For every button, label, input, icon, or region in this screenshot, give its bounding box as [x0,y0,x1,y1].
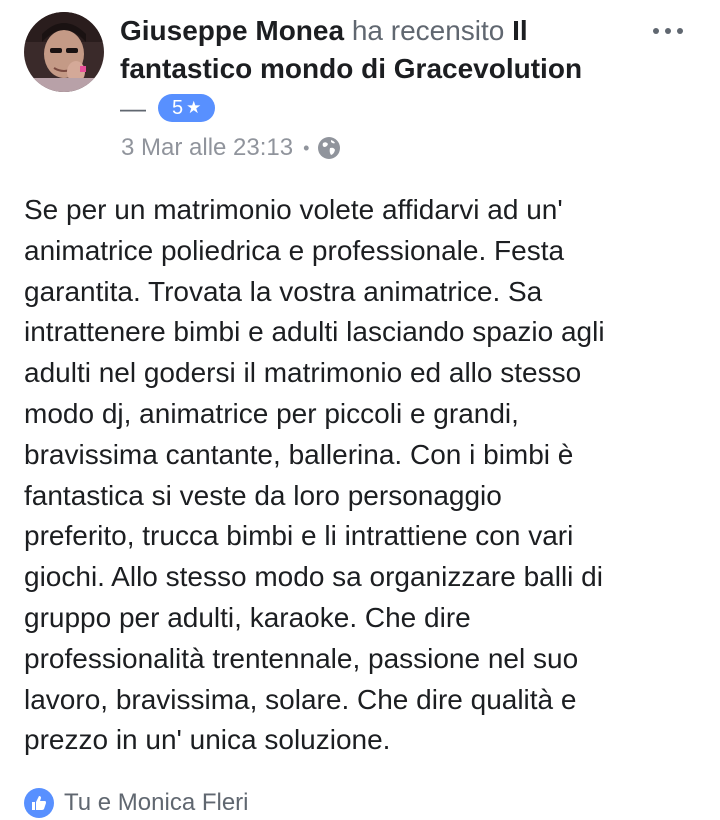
more-dot [677,28,683,34]
like-icon [24,788,54,818]
rating-dash: — [120,93,146,123]
post-timestamp[interactable]: 3 Mar alle 23:13 [121,134,293,162]
rating-badge: 5 ★ [158,94,216,122]
action-verb: ha recensito [351,15,505,46]
rating-value: 5 [172,97,184,119]
avatar-photo [24,12,104,92]
globe-icon[interactable] [317,136,341,160]
more-dot [653,28,659,34]
review-post: Giuseppe Monea ha recensito Il fantastic… [0,0,720,818]
meta-separator: • [303,137,310,158]
post-meta: 3 Mar alle 23:13 • [121,131,341,165]
reactions-text[interactable]: Tu e Monica Fleri [64,789,249,817]
reactions-bar[interactable]: Tu e Monica Fleri [24,786,249,820]
rating-line: — 5 ★ [120,93,216,123]
star-icon: ★ [186,98,202,117]
more-dot [665,28,671,34]
post-header: Giuseppe Monea ha recensito Il fantastic… [120,12,640,88]
more-options-icon[interactable] [640,14,696,48]
review-text: Se per un matrimonio volete affidarvi ad… [24,194,605,756]
author-name[interactable]: Giuseppe Monea [120,15,344,46]
avatar[interactable] [24,12,104,92]
